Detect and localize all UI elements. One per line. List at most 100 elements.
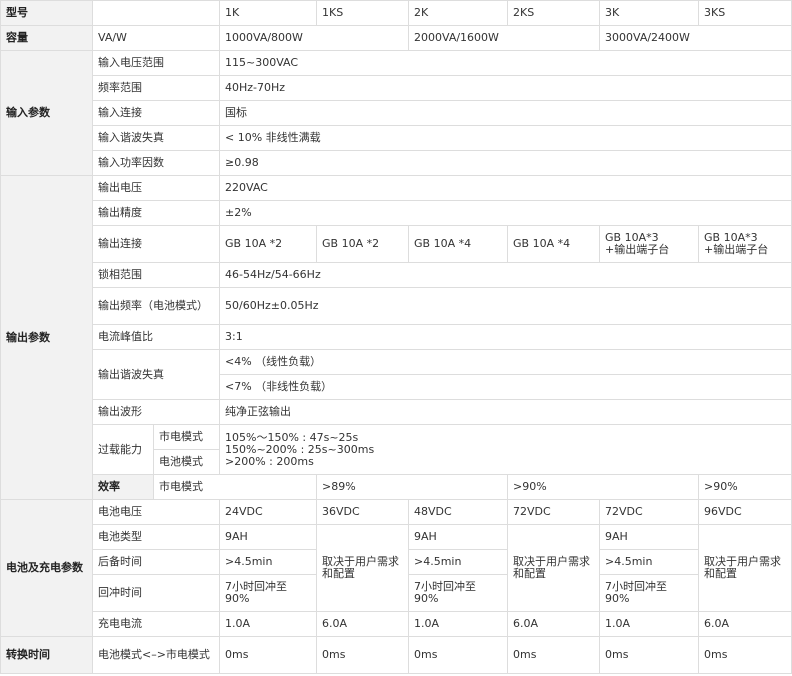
table-row: 锁相范围 46-54Hz/54-66Hz [1,262,792,288]
transfer-label: 转换时间 [0,636,93,674]
table-row: 输出谐波失真 <4% （线性负载） [1,349,792,400]
row-label: 充电电流 [92,611,220,637]
depends-2ks: 取决于用户需求 和配置 [507,524,600,612]
recharge-3k: 7小时回冲至 90% [599,574,699,612]
row-label: 输入连接 [92,100,220,126]
table-row: 输入谐波失真 < 10% 非线性满载 [1,125,792,151]
battery-type-3k: 9AH [599,524,699,550]
empty-cell [92,0,220,26]
row-label: 频率范围 [92,75,220,101]
table-row: 频率范围 40Hz-70Hz [1,75,792,101]
battery-category: 电池及充电参数 [0,499,93,637]
row-label: 输出谐波失真 [92,349,220,400]
row-label: 输入电压范围 [92,50,220,76]
row-label: 锁相范围 [92,262,220,288]
battery-voltage-1ks: 36VDC [316,499,409,525]
model-3ks: 3KS [698,0,792,26]
input-category: 输入参数 [0,50,93,176]
row-label: 电流峰值比 [92,324,220,350]
capacity-2k: 2000VA/1600W [408,25,600,51]
table-row: 输入连接 国标 [1,100,792,126]
efficiency-label: 效率 [92,474,154,500]
charge-current-3k: 1.0A [599,611,699,637]
row-label: 输入功率因数 [92,150,220,176]
transfer-1k: 0ms [219,636,317,674]
capacity-label: 容量 [0,25,93,51]
efficiency-mode: 市电模式 [153,474,317,500]
row-value: 国标 [219,100,792,126]
transfer-2k: 0ms [408,636,508,674]
backup-1k: >4.5min [219,549,317,575]
connection-2k: GB 10A *4 [408,225,508,263]
table-row: 输出连接 GB 10A *2 GB 10A *2 GB 10A *4 GB 10… [1,225,792,263]
capacity-1k: 1000VA/800W [219,25,409,51]
table-row: 输入参数 输入电压范围 115~300VAC [0,50,792,176]
connection-1k: GB 10A *2 [219,225,317,263]
charge-current-2ks: 6.0A [507,611,600,637]
row-value: <4% （线性负载） [219,349,792,375]
row-label: 输出波形 [92,399,220,425]
capacity-unit: VA/W [92,25,220,51]
table-row: 输出精度 ±2% [1,200,792,226]
row-label: 电池电压 [92,499,220,525]
model-1k: 1K [219,0,317,26]
table-row: 转换时间 电池模式<–>市电模式 0ms 0ms 0ms 0ms 0ms 0ms [0,636,792,674]
overload-mains-label: 市电模式 [153,424,220,450]
charge-current-2k: 1.0A [408,611,508,637]
row-label: 输入谐波失真 [92,125,220,151]
row-value: 220VAC [219,175,792,201]
table-row: 输出参数 输出电压 220VAC [0,175,792,500]
efficiency-3k: >90% [698,474,792,500]
connection-1ks: GB 10A *2 [316,225,409,263]
overload-label: 过载能力 [92,424,154,475]
transfer-3ks: 0ms [698,636,792,674]
row-value: < 10% 非线性满载 [219,125,792,151]
charge-current-1ks: 6.0A [316,611,409,637]
transfer-3k: 0ms [599,636,699,674]
table-row: 输出波形 纯净正弦输出 [1,399,792,425]
row-value: 40Hz-70Hz [219,75,792,101]
model-1ks: 1KS [316,0,409,26]
efficiency-2k: >90% [507,474,699,500]
battery-voltage-1k: 24VDC [219,499,317,525]
depends-3ks: 取决于用户需求 和配置 [698,524,792,612]
row-label: 输出频率（电池模式） [92,287,220,325]
row-value: ±2% [219,200,792,226]
overload-value: 105%～150% : 47s~25s 150%~200% : 25s~300m… [219,424,792,475]
model-2k: 2K [408,0,508,26]
transfer-mode: 电池模式<–>市电模式 [92,636,220,674]
depends-1ks: 取决于用户需求 和配置 [316,524,409,612]
charge-current-1k: 1.0A [219,611,317,637]
table-row: 充电电流 1.0A 6.0A 1.0A 6.0A 1.0A 6.0A [1,611,792,637]
row-label: 后备时间 [92,549,220,575]
table-row: 效率 市电模式 >89% >90% >90% [1,474,792,500]
transfer-1ks: 0ms [316,636,409,674]
table-row: 电池及充电参数 电池电压 24VDC 36VDC 48VDC 72VDC 72V… [0,499,792,637]
model-label: 型号 [0,0,93,26]
battery-voltage-2ks: 72VDC [507,499,600,525]
spec-table: 型号 1K 1KS 2K 2KS 3K 3KS 容量 VA/W 1000VA/8… [0,0,792,674]
row-value: 纯净正弦输出 [219,399,792,425]
row-label: 输出电压 [92,175,220,201]
efficiency-1k: >89% [316,474,508,500]
model-2ks: 2KS [507,0,600,26]
battery-voltage-2k: 48VDC [408,499,508,525]
row-label: 输出精度 [92,200,220,226]
row-label: 回冲时间 [92,574,220,612]
row-value: 50/60Hz±0.05Hz [219,287,792,325]
output-category: 输出参数 [0,175,93,500]
recharge-1k: 7小时回冲至 90% [219,574,317,612]
row-label: 电池类型 [92,524,220,550]
backup-2k: >4.5min [408,549,508,575]
row-value: <7% （非线性负载） [219,374,792,400]
connection-3ks: GB 10A*3 +输出端子台 [698,225,792,263]
table-row: 输出频率（电池模式） 50/60Hz±0.05Hz [1,287,792,325]
row-value: 3:1 [219,324,792,350]
backup-3k: >4.5min [599,549,699,575]
model-3k: 3K [599,0,699,26]
capacity-3k: 3000VA/2400W [599,25,792,51]
table-row: 电池类型 9AH 取决于用户需求 和配置 9AH 取决于用户需求 和配置 9AH… [1,524,792,612]
connection-2ks: GB 10A *4 [507,225,600,263]
recharge-2k: 7小时回冲至 90% [408,574,508,612]
row-label: 输出连接 [92,225,220,263]
